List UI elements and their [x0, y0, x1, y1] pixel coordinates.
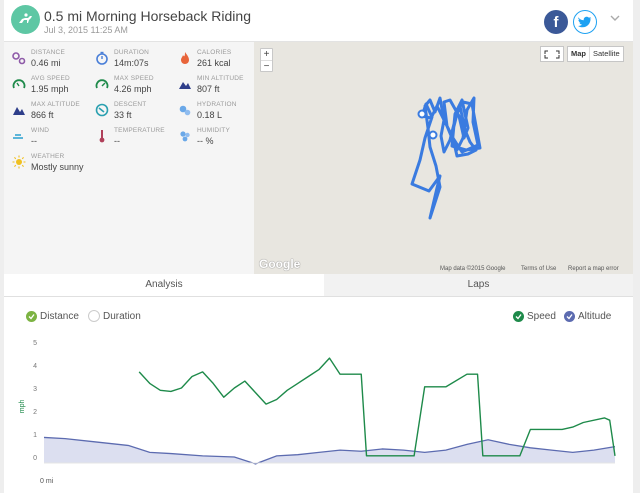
speed-altitude-chart[interactable]: 0 1 2 3 4 5 mph 0 mi [4, 333, 633, 493]
tab-analysis[interactable]: Analysis [4, 274, 324, 296]
twitter-share-button[interactable] [573, 10, 597, 34]
speedometer-icon [95, 79, 109, 89]
descent-icon [95, 103, 109, 117]
x-axis-label: 0 mi [40, 478, 54, 485]
checkbox-checked-icon [513, 310, 524, 322]
y-tick-label: 4 [33, 363, 37, 370]
activity-title: 0.5 mi Morning Horseback Riding [44, 8, 251, 24]
y-tick-label: 1 [33, 432, 37, 439]
activity-card: 0.5 mi Morning Horseback Riding Jul 3, 2… [4, 0, 633, 493]
y-tick-label: 2 [33, 409, 37, 416]
map-attribution: Map data ©2015 Google [440, 266, 506, 272]
checkbox-checked-icon [26, 310, 37, 322]
route-end-marker[interactable] [428, 130, 438, 140]
mountain-icon [179, 82, 191, 89]
thermometer-icon [99, 130, 105, 143]
map-report-link[interactable]: Report a map error [568, 266, 619, 272]
route-path [410, 96, 482, 220]
twitter-icon [578, 16, 592, 28]
y-tick-label: 3 [33, 386, 37, 393]
speed-toggle[interactable]: Speed [513, 309, 556, 323]
sun-icon [12, 155, 26, 169]
horseback-activity-icon [11, 5, 40, 34]
route-map[interactable]: + − Map Satellite Google Map data ©2015 … [254, 42, 633, 274]
mountain-icon [13, 107, 25, 115]
google-logo: Google [259, 257, 301, 271]
stats-panel: DISTANCE 0.46 mi DURATION 14m:07s CALORI… [4, 42, 255, 274]
activity-tabs: Analysis Laps [4, 274, 633, 297]
activity-date: Jul 3, 2015 11:25 AM [44, 25, 128, 35]
tab-laps[interactable]: Laps [324, 274, 633, 296]
water-drops-icon [179, 105, 191, 116]
chevron-down-icon[interactable] [610, 15, 620, 22]
checkbox-unchecked-icon [88, 310, 100, 322]
distance-toggle[interactable]: Distance [26, 309, 79, 323]
activity-header: 0.5 mi Morning Horseback Riding Jul 3, 2… [4, 0, 633, 42]
checkbox-checked-icon [564, 310, 575, 322]
map-terms-link[interactable]: Terms of Use [521, 266, 556, 272]
facebook-share-button[interactable]: f [544, 10, 568, 34]
duration-toggle[interactable]: Duration [88, 309, 141, 323]
route-start-marker[interactable] [417, 109, 427, 119]
flame-icon [181, 52, 189, 64]
distance-icon [12, 52, 26, 65]
y-tick-label: 0 [33, 455, 37, 462]
y-tick-label: 5 [33, 340, 37, 347]
wind-icon [13, 134, 23, 139]
y-axis-label: mph [19, 399, 26, 413]
humidity-icon [180, 131, 190, 142]
speed-line [138, 357, 616, 457]
altitude-toggle[interactable]: Altitude [564, 309, 611, 323]
speedometer-icon [12, 79, 26, 89]
stopwatch-icon [96, 51, 108, 65]
